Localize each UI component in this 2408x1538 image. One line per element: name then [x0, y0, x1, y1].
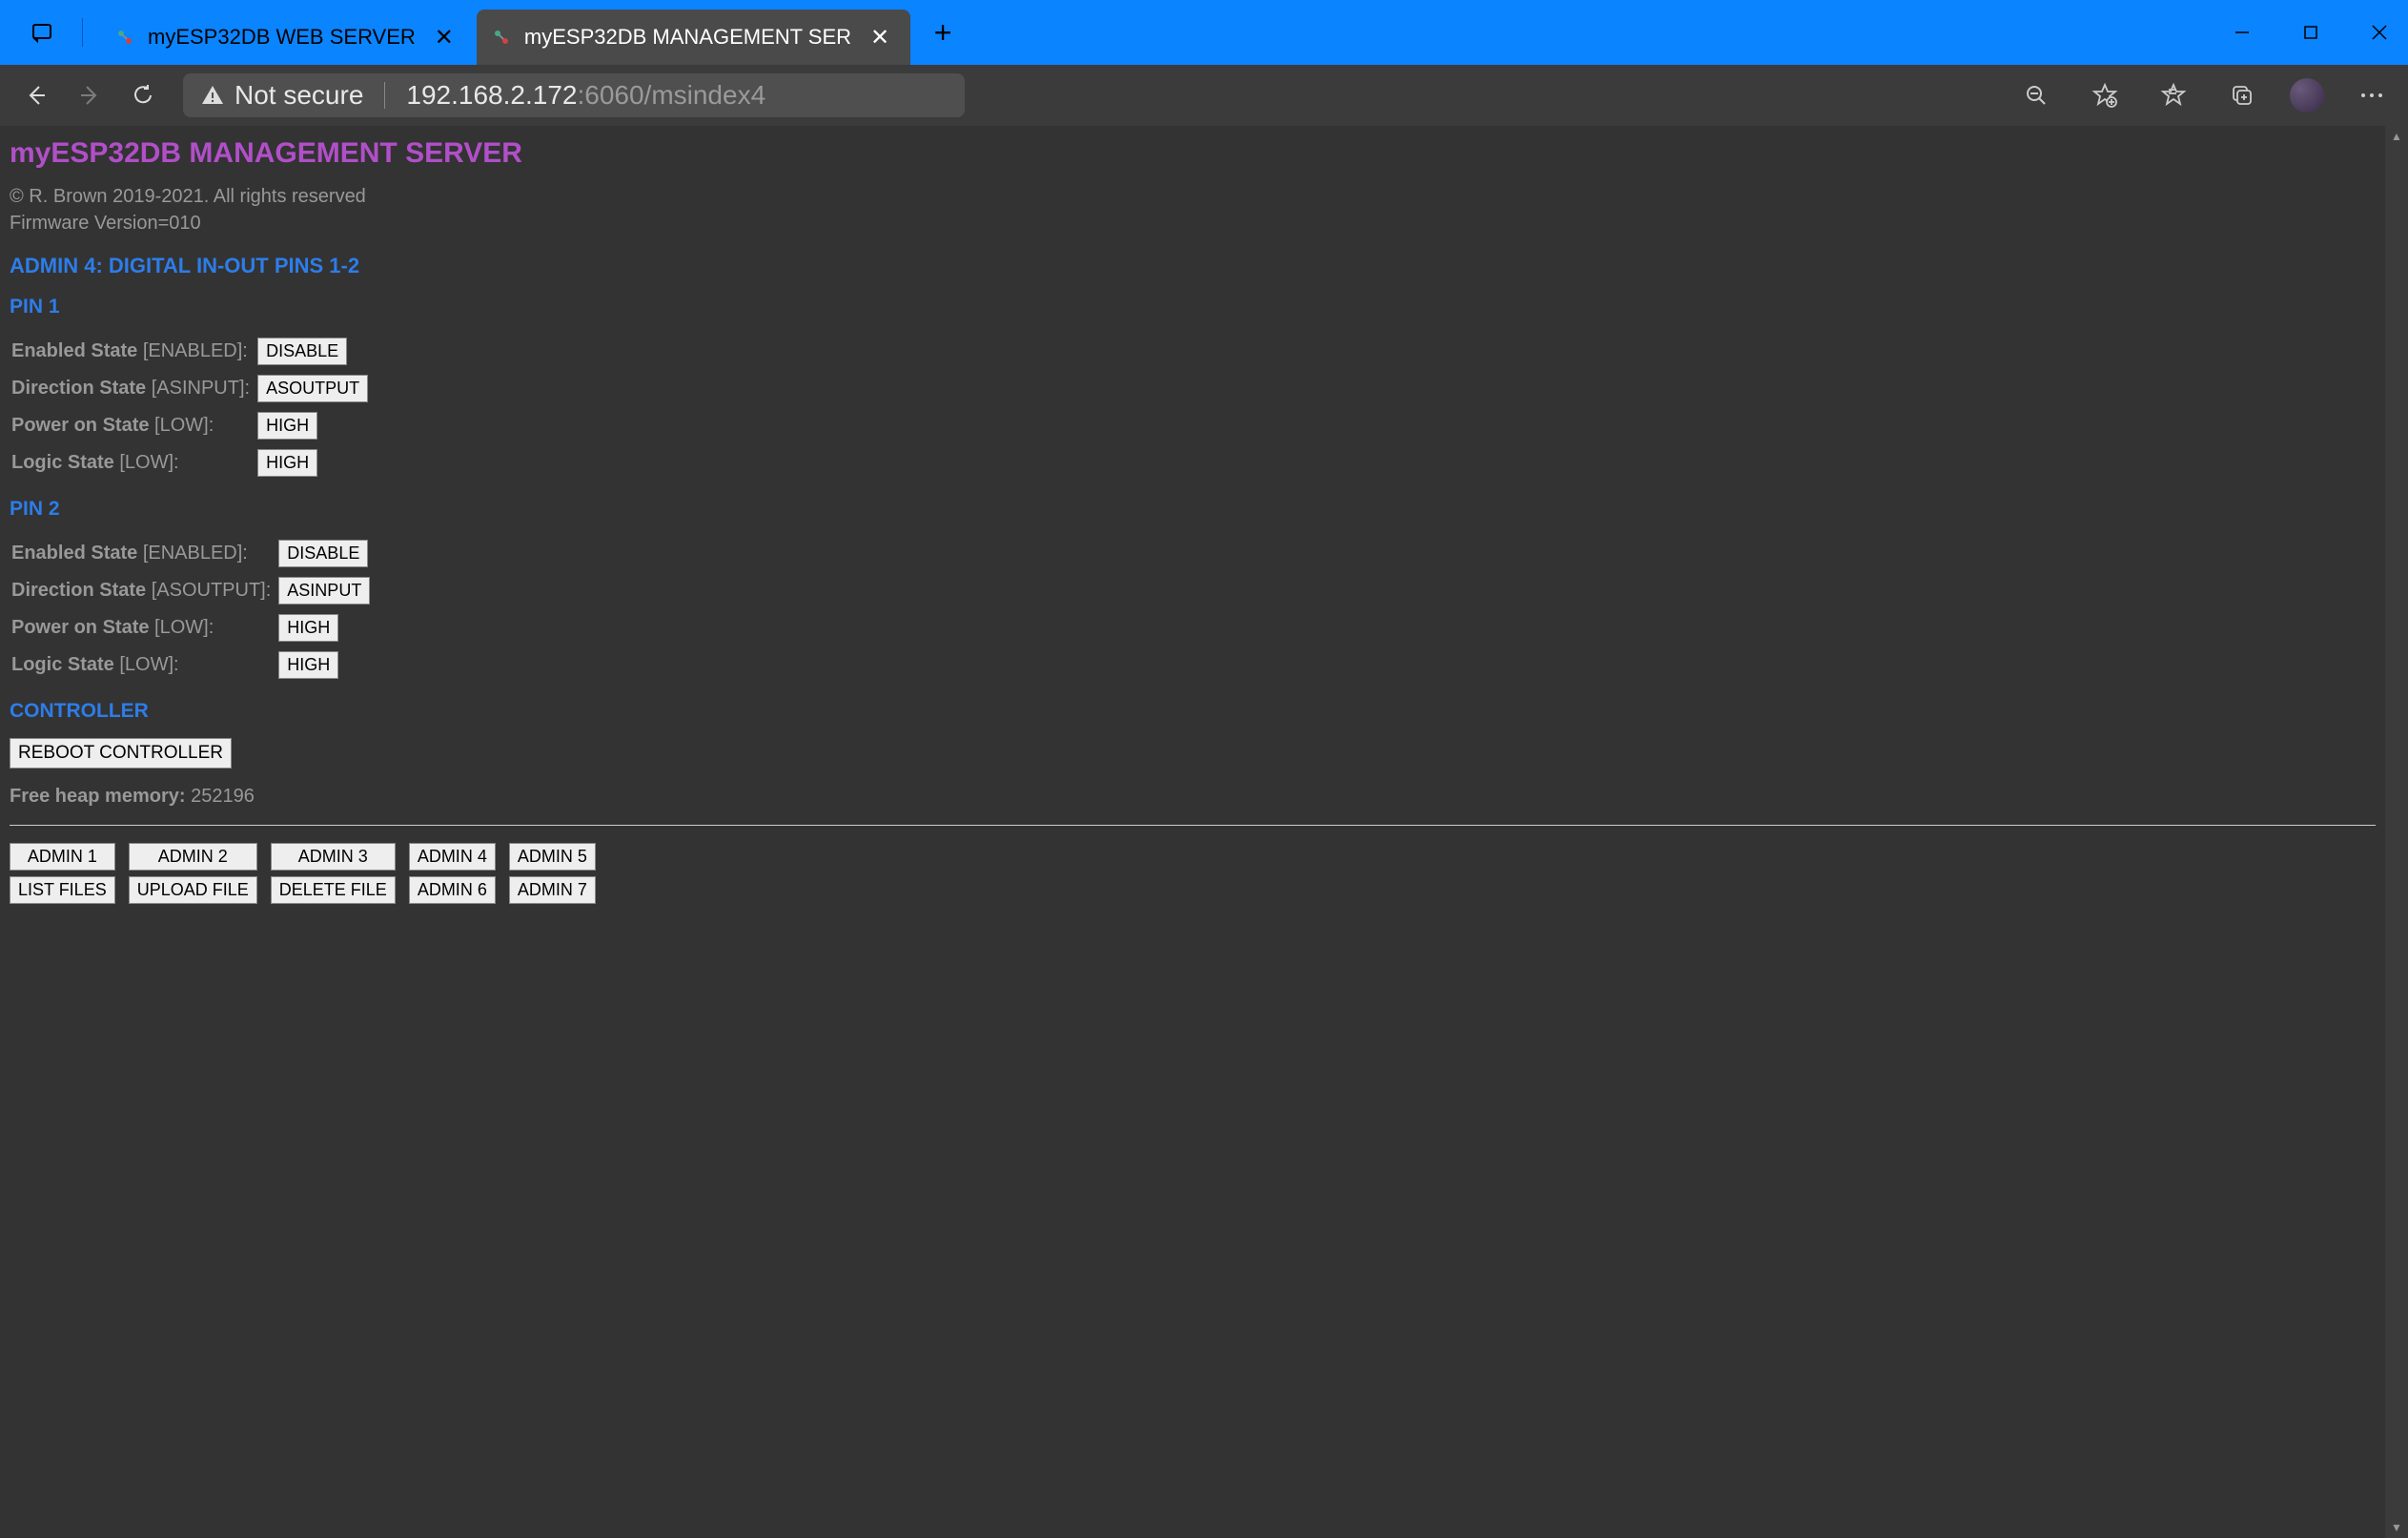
- browser-toolbar: Not secure 192.168.2.172:6060/msindex4: [0, 65, 2408, 126]
- tab-actions-icon[interactable]: [19, 10, 65, 55]
- tab-close-button[interactable]: ✕: [429, 22, 459, 53]
- favorite-button[interactable]: [2084, 74, 2126, 116]
- logic-label: Logic State: [11, 654, 114, 675]
- pin1-poweron-value: [LOW]:: [154, 415, 214, 436]
- tab-management-server[interactable]: myESP32DB MANAGEMENT SER ✕: [477, 10, 910, 65]
- admin-5-button[interactable]: ADMIN 5: [509, 843, 596, 871]
- divider: [384, 82, 385, 109]
- address-bar[interactable]: Not secure 192.168.2.172:6060/msindex4: [183, 73, 965, 117]
- window-controls: [2214, 0, 2408, 65]
- pin1-direction-value: [ASINPUT]:: [152, 378, 250, 399]
- poweron-label: Power on State: [11, 617, 149, 638]
- admin-6-button[interactable]: ADMIN 6: [409, 876, 496, 904]
- controller-heading: CONTROLLER: [10, 700, 2376, 723]
- not-secure-label: Not secure: [235, 80, 363, 111]
- admin-button-grid: ADMIN 1 ADMIN 2 ADMIN 3 ADMIN 4 ADMIN 5 …: [10, 843, 2376, 904]
- pin1-table: Enabled State [ENABLED]: DISABLE Directi…: [10, 332, 376, 482]
- vertical-scrollbar[interactable]: ▲ ▼: [2385, 126, 2408, 1538]
- favicon-icon: [115, 28, 134, 47]
- copyright-text: © R. Brown 2019-2021. All rights reserve…: [10, 183, 2376, 236]
- forward-button[interactable]: [69, 74, 111, 116]
- pin1-poweron-button[interactable]: HIGH: [257, 412, 317, 440]
- pin2-logic-button[interactable]: HIGH: [278, 651, 338, 679]
- pin2-logic-value: [LOW]:: [119, 654, 178, 675]
- tab-web-server[interactable]: myESP32DB WEB SERVER ✕: [100, 10, 475, 65]
- favicon-icon: [492, 28, 511, 47]
- direction-label: Direction State: [11, 580, 146, 601]
- profile-avatar[interactable]: [2290, 78, 2324, 113]
- page-title: myESP32DB MANAGEMENT SERVER: [10, 137, 2376, 170]
- pin2-direction-button[interactable]: ASINPUT: [278, 577, 370, 605]
- pin2-direction-value: [ASOUTPUT]:: [152, 580, 272, 601]
- reload-button[interactable]: [122, 74, 164, 116]
- window-close-button[interactable]: [2360, 13, 2398, 51]
- poweron-label: Power on State: [11, 415, 149, 436]
- tab-strip: myESP32DB WEB SERVER ✕ myESP32DB MANAGEM…: [100, 0, 962, 65]
- pin2-enabled-button[interactable]: DISABLE: [278, 540, 368, 567]
- admin-1-button[interactable]: ADMIN 1: [10, 843, 115, 871]
- divider: [82, 18, 83, 47]
- security-indicator[interactable]: Not secure: [200, 80, 363, 111]
- menu-button[interactable]: [2351, 74, 2393, 116]
- divider: [10, 825, 2376, 826]
- enabled-label: Enabled State: [11, 340, 137, 361]
- pin2-table: Enabled State [ENABLED]: DISABLE Directi…: [10, 534, 378, 685]
- upload-file-button[interactable]: UPLOAD FILE: [129, 876, 257, 904]
- pin1-heading: PIN 1: [10, 296, 2376, 318]
- pin2-poweron-button[interactable]: HIGH: [278, 614, 338, 642]
- tab-close-button[interactable]: ✕: [865, 22, 895, 53]
- admin-7-button[interactable]: ADMIN 7: [509, 876, 596, 904]
- window-maximize-button[interactable]: [2292, 13, 2330, 51]
- tab-title: myESP32DB WEB SERVER: [148, 25, 416, 50]
- pin1-enabled-value: [ENABLED]:: [143, 340, 248, 361]
- page-content: myESP32DB MANAGEMENT SERVER © R. Brown 2…: [0, 126, 2385, 1538]
- favorites-list-button[interactable]: [2153, 74, 2194, 116]
- scroll-down-arrow[interactable]: ▼: [2391, 1521, 2402, 1534]
- back-button[interactable]: [15, 74, 57, 116]
- admin-4-button[interactable]: ADMIN 4: [409, 843, 496, 871]
- logic-label: Logic State: [11, 452, 114, 473]
- heap-memory: Free heap memory: 252196: [10, 786, 2376, 808]
- direction-label: Direction State: [11, 378, 146, 399]
- admin-3-button[interactable]: ADMIN 3: [271, 843, 396, 871]
- enabled-label: Enabled State: [11, 543, 137, 564]
- list-files-button[interactable]: LIST FILES: [10, 876, 115, 904]
- admin-2-button[interactable]: ADMIN 2: [129, 843, 257, 871]
- delete-file-button[interactable]: DELETE FILE: [271, 876, 396, 904]
- pin1-direction-button[interactable]: ASOUTPUT: [257, 375, 368, 402]
- reboot-button[interactable]: REBOOT CONTROLLER: [10, 738, 232, 769]
- pin1-logic-value: [LOW]:: [119, 452, 178, 473]
- scroll-up-arrow[interactable]: ▲: [2391, 130, 2402, 143]
- pin1-logic-button[interactable]: HIGH: [257, 449, 317, 477]
- collections-button[interactable]: [2221, 74, 2263, 116]
- tab-title: myESP32DB MANAGEMENT SER: [524, 25, 851, 50]
- pin2-poweron-value: [LOW]:: [154, 617, 214, 638]
- new-tab-button[interactable]: +: [924, 13, 962, 51]
- pin2-heading: PIN 2: [10, 498, 2376, 521]
- browser-title-bar: myESP32DB WEB SERVER ✕ myESP32DB MANAGEM…: [0, 0, 2408, 65]
- pin1-enabled-button[interactable]: DISABLE: [257, 338, 347, 365]
- zoom-out-button[interactable]: [2015, 74, 2057, 116]
- window-minimize-button[interactable]: [2223, 13, 2261, 51]
- url-display: 192.168.2.172:6060/msindex4: [406, 80, 765, 111]
- warning-icon: [200, 83, 225, 108]
- section-title: ADMIN 4: DIGITAL IN-OUT PINS 1-2: [10, 254, 2376, 278]
- pin2-enabled-value: [ENABLED]:: [143, 543, 248, 564]
